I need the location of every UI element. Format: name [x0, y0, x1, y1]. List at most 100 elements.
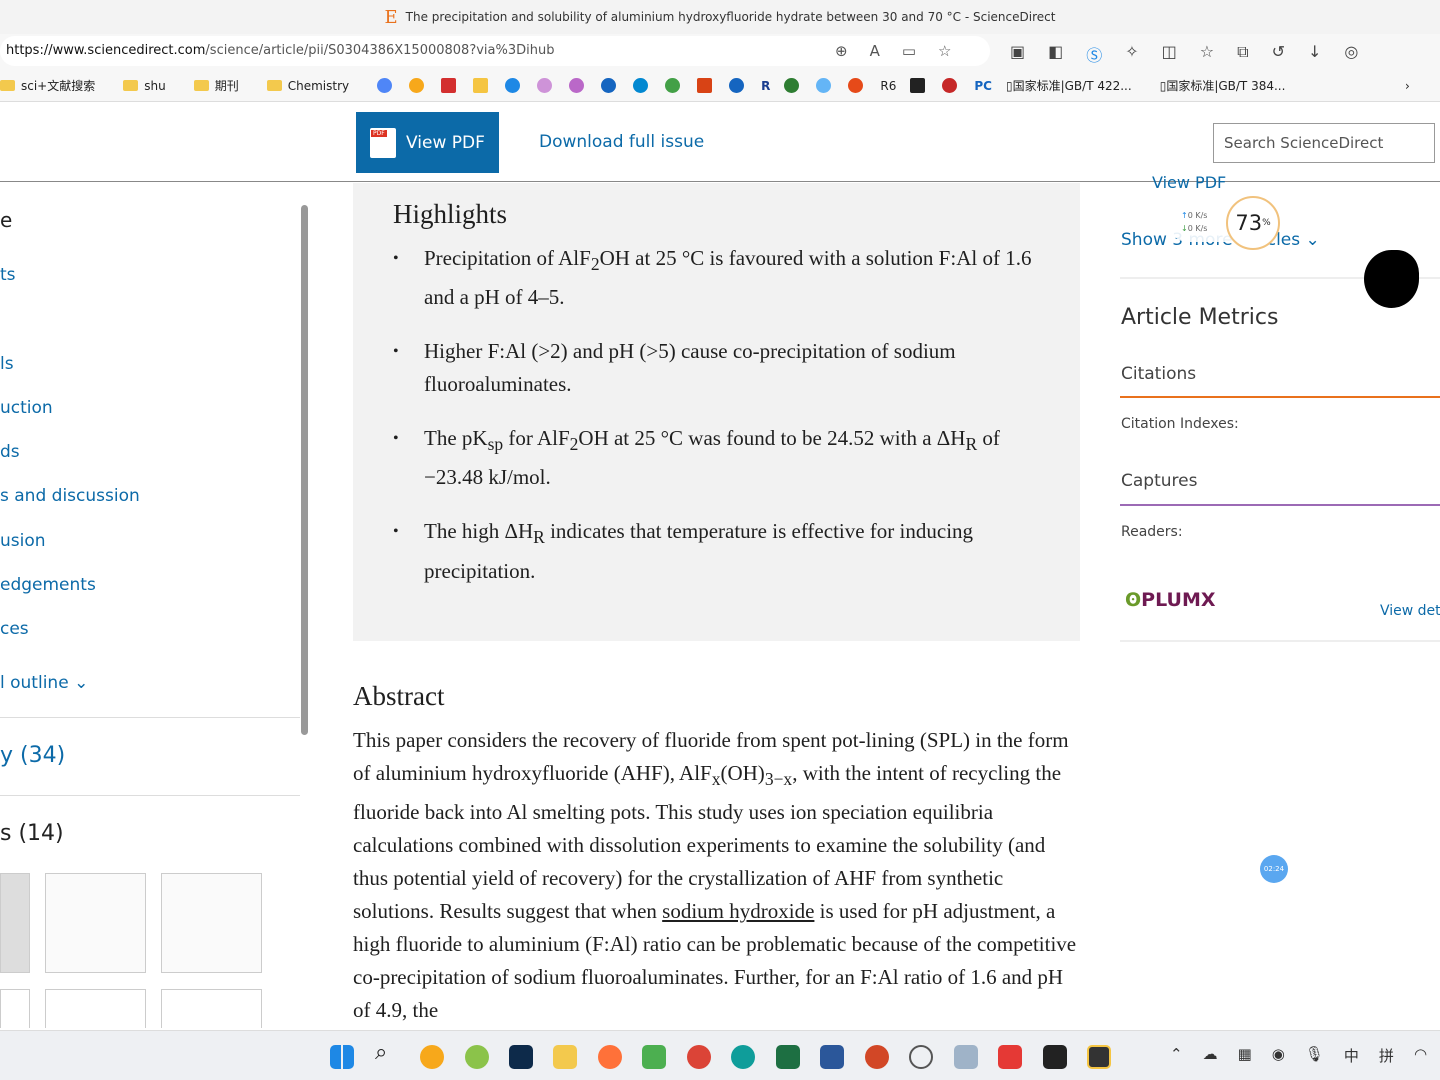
figure-thumbnail[interactable] [45, 873, 146, 973]
tray-chevron-up-icon[interactable]: ⌃ [1170, 1045, 1183, 1066]
calculator-icon[interactable] [954, 1045, 978, 1069]
bookmark-icon[interactable] [729, 78, 745, 93]
bookmark-icon[interactable] [441, 78, 457, 93]
bookmark-page[interactable]: ▯ 国家标准|GB/T 384... [1160, 77, 1300, 94]
figure-thumbnail[interactable] [0, 873, 30, 973]
microphone-icon[interactable]: 🎙 [1305, 1045, 1324, 1066]
bookmark-folder[interactable]: 期刊 [193, 77, 253, 94]
ime-mode[interactable]: 中 [1344, 1045, 1359, 1066]
plumx-logo[interactable]: ʘPLUMX [1125, 589, 1216, 611]
bookmark-icon[interactable] [537, 78, 553, 93]
read-aloud-icon[interactable]: A [870, 42, 880, 60]
figure-thumbnail[interactable] [0, 989, 30, 1028]
file-explorer-icon[interactable] [553, 1045, 577, 1069]
wechat-icon[interactable] [784, 78, 800, 93]
sodium-hydroxide-link[interactable]: sodium hydroxide [662, 899, 814, 923]
bookmark-icon[interactable] [473, 78, 489, 93]
outline-item[interactable]: uction [0, 398, 53, 418]
download-full-issue-link[interactable]: Download full issue [539, 132, 704, 152]
figures-link[interactable]: y (34) [0, 743, 65, 768]
ime-pinyin[interactable]: 拼 [1379, 1045, 1394, 1066]
download-icon[interactable]: ↓ [1308, 42, 1321, 66]
chrome-icon[interactable] [687, 1045, 711, 1069]
favorites-icon[interactable]: ☆ [1200, 42, 1214, 66]
bookmark-icon[interactable] [697, 78, 713, 93]
edge-icon[interactable] [731, 1045, 755, 1069]
figure-thumbnail[interactable] [161, 989, 262, 1028]
bookmark-r[interactable]: R [761, 79, 770, 93]
bookmark-folder[interactable]: Chemistry [266, 79, 363, 93]
app-icon[interactable] [1043, 1045, 1067, 1069]
bookmark-pc[interactable]: PC [974, 79, 992, 93]
outline-item[interactable]: ts [0, 265, 16, 285]
bookmark-icon[interactable] [377, 78, 393, 93]
outline-item[interactable]: usion [0, 531, 46, 551]
extension-s-icon[interactable]: Ⓢ [1086, 42, 1102, 66]
bookmark-icon[interactable] [910, 78, 926, 93]
bookmark-page[interactable]: ▯ 国家标准|GB/T 422... [1006, 77, 1146, 94]
readers-label: Readers: [1121, 524, 1183, 540]
tray-app-icon[interactable]: ◉ [1272, 1045, 1285, 1066]
outline-item[interactable]: ls [0, 354, 14, 374]
favorite-star-icon[interactable]: ☆ [938, 42, 951, 60]
highlight-item: The pKsp for AlF2OH at 25 °C was found t… [393, 422, 1040, 494]
figure-thumbnail[interactable] [161, 873, 262, 973]
view-details-link[interactable]: View det [1380, 603, 1440, 619]
app-icon[interactable] [642, 1045, 666, 1069]
bookmark-icon[interactable] [505, 78, 521, 93]
outline-item[interactable]: e [0, 208, 12, 232]
outline-item[interactable]: ds [0, 442, 20, 462]
wifi-icon[interactable]: ◠ [1414, 1045, 1427, 1066]
firefox-icon[interactable] [598, 1045, 622, 1069]
outline-item[interactable]: edgements [0, 575, 96, 595]
bookmark-icon[interactable] [942, 78, 958, 93]
bookmark-icon[interactable] [601, 78, 617, 93]
extensions-puzzle-icon[interactable]: ✧ [1125, 42, 1138, 66]
bookmark-folder[interactable]: sci+文献搜索 [0, 77, 109, 94]
bookmark-icon[interactable] [848, 78, 864, 93]
outline-item[interactable]: s and discussion [0, 486, 140, 506]
split-screen-icon[interactable]: ◫ [1162, 42, 1177, 66]
outline-scrollbar[interactable] [300, 190, 309, 1025]
powerpoint-icon[interactable] [865, 1045, 889, 1069]
history-icon[interactable]: ↺ [1272, 42, 1285, 66]
zoom-icon[interactable]: ⊕ [835, 42, 848, 60]
desktop-pet-bird-icon[interactable] [1364, 250, 1419, 308]
bookmark-icon[interactable] [665, 78, 681, 93]
extension-icon[interactable]: ◧ [1048, 42, 1063, 66]
bookmark-icon[interactable] [409, 78, 425, 93]
app-icon[interactable] [1087, 1045, 1111, 1069]
highlights-title: Highlights [393, 199, 508, 229]
word-icon[interactable] [820, 1045, 844, 1069]
clock-app-icon[interactable] [909, 1045, 933, 1069]
app-icon[interactable] [420, 1045, 444, 1069]
bookmark-icon[interactable] [633, 78, 649, 93]
bookmark-r6[interactable]: R6 [880, 79, 896, 93]
bookmark-icon[interactable] [569, 78, 585, 93]
recording-timer-badge[interactable]: 02:24 [1260, 855, 1288, 883]
sidebar-view-pdf-link[interactable]: View PDF [1152, 173, 1226, 192]
search-input[interactable]: Search ScienceDirect [1213, 123, 1435, 163]
full-outline-toggle[interactable]: l outline ⌄ [0, 673, 88, 693]
start-icon[interactable] [330, 1045, 354, 1069]
figure-thumbnail[interactable] [45, 989, 146, 1028]
app-icon[interactable] [465, 1045, 489, 1069]
bookmarks-more-chevron-icon[interactable]: › [1405, 79, 1410, 93]
scrollbar-thumb[interactable] [301, 205, 308, 735]
collections-icon[interactable]: ⧉ [1237, 42, 1248, 66]
site-header: View PDF Download full issue Search Scie… [0, 102, 1440, 182]
immersive-reader-icon[interactable]: ▭ [902, 42, 916, 60]
excel-icon[interactable] [776, 1045, 800, 1069]
app-icon[interactable] [509, 1045, 533, 1069]
onedrive-icon[interactable]: ☁ [1203, 1045, 1218, 1066]
outline-item[interactable]: ces [0, 619, 29, 639]
wps-icon[interactable] [998, 1045, 1022, 1069]
view-pdf-button[interactable]: View PDF [356, 112, 499, 173]
bookmark-icon[interactable] [816, 78, 832, 93]
bookmark-folder[interactable]: shu [123, 79, 179, 93]
search-icon[interactable]: ⌕ [375, 1040, 399, 1065]
extension-icon[interactable]: ▣ [1010, 42, 1025, 66]
memory-usage-gauge[interactable]: 73% [1226, 196, 1280, 250]
profile-icon[interactable]: ◎ [1344, 42, 1358, 66]
tray-app-icon[interactable]: ▦ [1238, 1045, 1252, 1066]
